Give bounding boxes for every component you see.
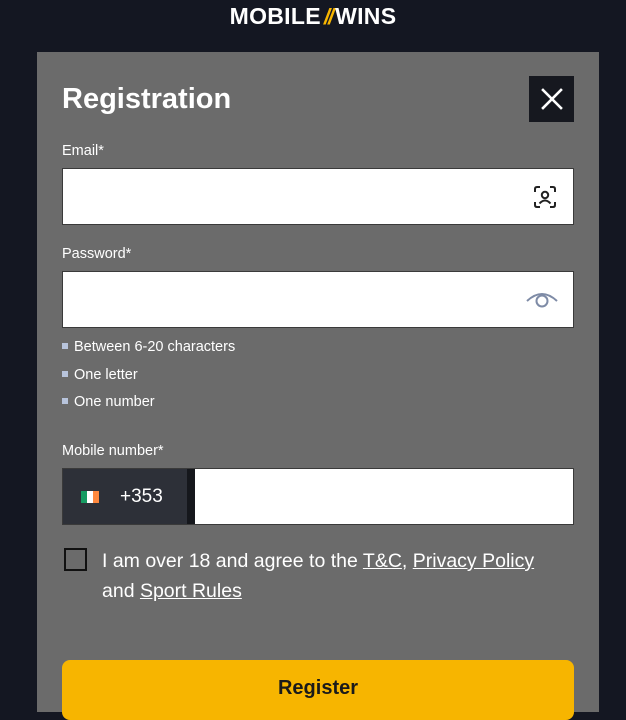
email-label: Email* (62, 143, 104, 159)
password-rule: One letter (62, 366, 138, 384)
privacy-policy-link[interactable]: Privacy Policy (413, 550, 534, 572)
close-button[interactable] (529, 76, 574, 122)
consent-text: I am over 18 and agree to the T&C, Priva… (102, 546, 562, 606)
ireland-flag-icon (81, 490, 99, 503)
password-rule-text: One letter (74, 367, 138, 383)
tc-link[interactable]: T&C (363, 550, 402, 572)
password-rule: Between 6-20 characters (62, 338, 235, 356)
brand-logo: MOBILE//WINS (0, 2, 626, 31)
consent-and: and (102, 580, 140, 602)
brand-logo-right: WINS (335, 3, 397, 29)
modal-title: Registration (62, 83, 232, 115)
country-code: +353 (120, 485, 163, 507)
brand-logo-left: MOBILE (229, 3, 321, 29)
mobile-label: Mobile number* (62, 443, 164, 459)
password-field[interactable] (63, 272, 531, 327)
password-rule-text: One number (74, 394, 155, 410)
brand-logo-slashes: // (323, 4, 334, 29)
contact-scan-icon[interactable] (531, 183, 559, 211)
mobile-field-wrapper: +353 (62, 468, 577, 525)
sport-rules-link[interactable]: Sport Rules (140, 580, 242, 602)
register-button[interactable]: Register (62, 660, 574, 720)
password-rule: One number (62, 393, 155, 411)
bullet-icon (62, 343, 68, 350)
email-field-wrapper (62, 168, 574, 225)
consent-text-before: I am over 18 and agree to the (102, 550, 363, 572)
email-field[interactable] (63, 169, 531, 224)
registration-modal: Registration Email* Password* Between 6-… (37, 52, 599, 720)
country-divider (187, 469, 195, 524)
password-field-wrapper (62, 271, 574, 328)
consent-comma: , (401, 550, 408, 572)
close-icon (540, 88, 563, 110)
bullet-icon (62, 398, 68, 405)
mobile-number-field[interactable] (197, 469, 577, 524)
country-code-selector[interactable]: +353 (63, 469, 195, 524)
eye-icon[interactable] (525, 286, 559, 314)
password-label: Password* (62, 246, 132, 262)
register-label: Register (277, 677, 359, 699)
password-rule-text: Between 6-20 characters (74, 339, 236, 355)
bullet-icon (62, 371, 68, 378)
consent-checkbox[interactable] (64, 548, 87, 571)
